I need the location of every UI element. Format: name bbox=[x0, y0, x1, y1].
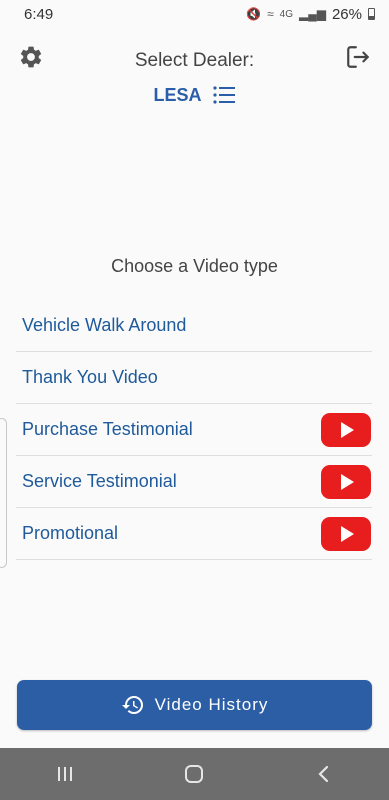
video-type-vehicle-walk-around[interactable]: Vehicle Walk Around bbox=[16, 300, 372, 352]
wifi-icon: ≈ bbox=[267, 7, 274, 21]
battery-icon bbox=[368, 8, 375, 20]
video-type-label: Vehicle Walk Around bbox=[22, 315, 187, 335]
youtube-button[interactable] bbox=[321, 412, 371, 447]
back-button[interactable] bbox=[304, 754, 344, 794]
youtube-icon bbox=[341, 473, 354, 490]
edge-panel-handle[interactable] bbox=[0, 418, 7, 568]
home-button[interactable] bbox=[174, 754, 214, 794]
battery-percent: 26% bbox=[331, 5, 362, 23]
video-type-label: Purchase Testimonial bbox=[22, 419, 193, 439]
youtube-icon bbox=[341, 421, 354, 438]
status-icons: 🔇 ≈ 4G ▂▄▆ 26% bbox=[246, 6, 375, 23]
dealer-name: LESA bbox=[153, 84, 202, 105]
youtube-button[interactable] bbox=[321, 464, 371, 499]
video-type-promotional[interactable]: Promotional bbox=[16, 508, 372, 560]
video-history-label: Video History bbox=[154, 695, 269, 714]
video-type-thank-you[interactable]: Thank You Video bbox=[16, 352, 372, 404]
video-type-label: Service Testimonial bbox=[22, 471, 177, 491]
select-dealer-label: Select Dealer: bbox=[134, 50, 255, 71]
youtube-button[interactable] bbox=[321, 516, 371, 551]
choose-video-type-label: Choose a Video type bbox=[111, 256, 278, 276]
network-type: 4G bbox=[279, 8, 293, 20]
recents-button[interactable] bbox=[45, 754, 85, 794]
youtube-icon bbox=[341, 525, 354, 542]
signal-icon: ▂▄▆ bbox=[299, 7, 326, 21]
history-icon bbox=[121, 696, 143, 714]
home-icon bbox=[185, 765, 204, 783]
video-type-label: Thank You Video bbox=[22, 367, 158, 387]
dealer-selector[interactable]: LESA bbox=[0, 84, 389, 106]
video-type-list: Vehicle Walk Around Thank You Video Purc… bbox=[16, 300, 372, 560]
mute-icon: 🔇 bbox=[246, 7, 262, 21]
video-history-button[interactable]: Video History bbox=[17, 680, 372, 730]
recents-icon bbox=[57, 767, 72, 781]
back-icon bbox=[318, 765, 329, 783]
video-type-purchase-testimonial[interactable]: Purchase Testimonial bbox=[16, 404, 372, 456]
android-nav-bar bbox=[0, 748, 389, 800]
list-icon bbox=[212, 86, 235, 104]
video-type-service-testimonial[interactable]: Service Testimonial bbox=[16, 456, 372, 508]
status-time: 6:49 bbox=[24, 5, 54, 23]
video-type-label: Promotional bbox=[22, 523, 119, 543]
status-bar: 6:49 🔇 ≈ 4G ▂▄▆ 26% bbox=[0, 0, 389, 28]
